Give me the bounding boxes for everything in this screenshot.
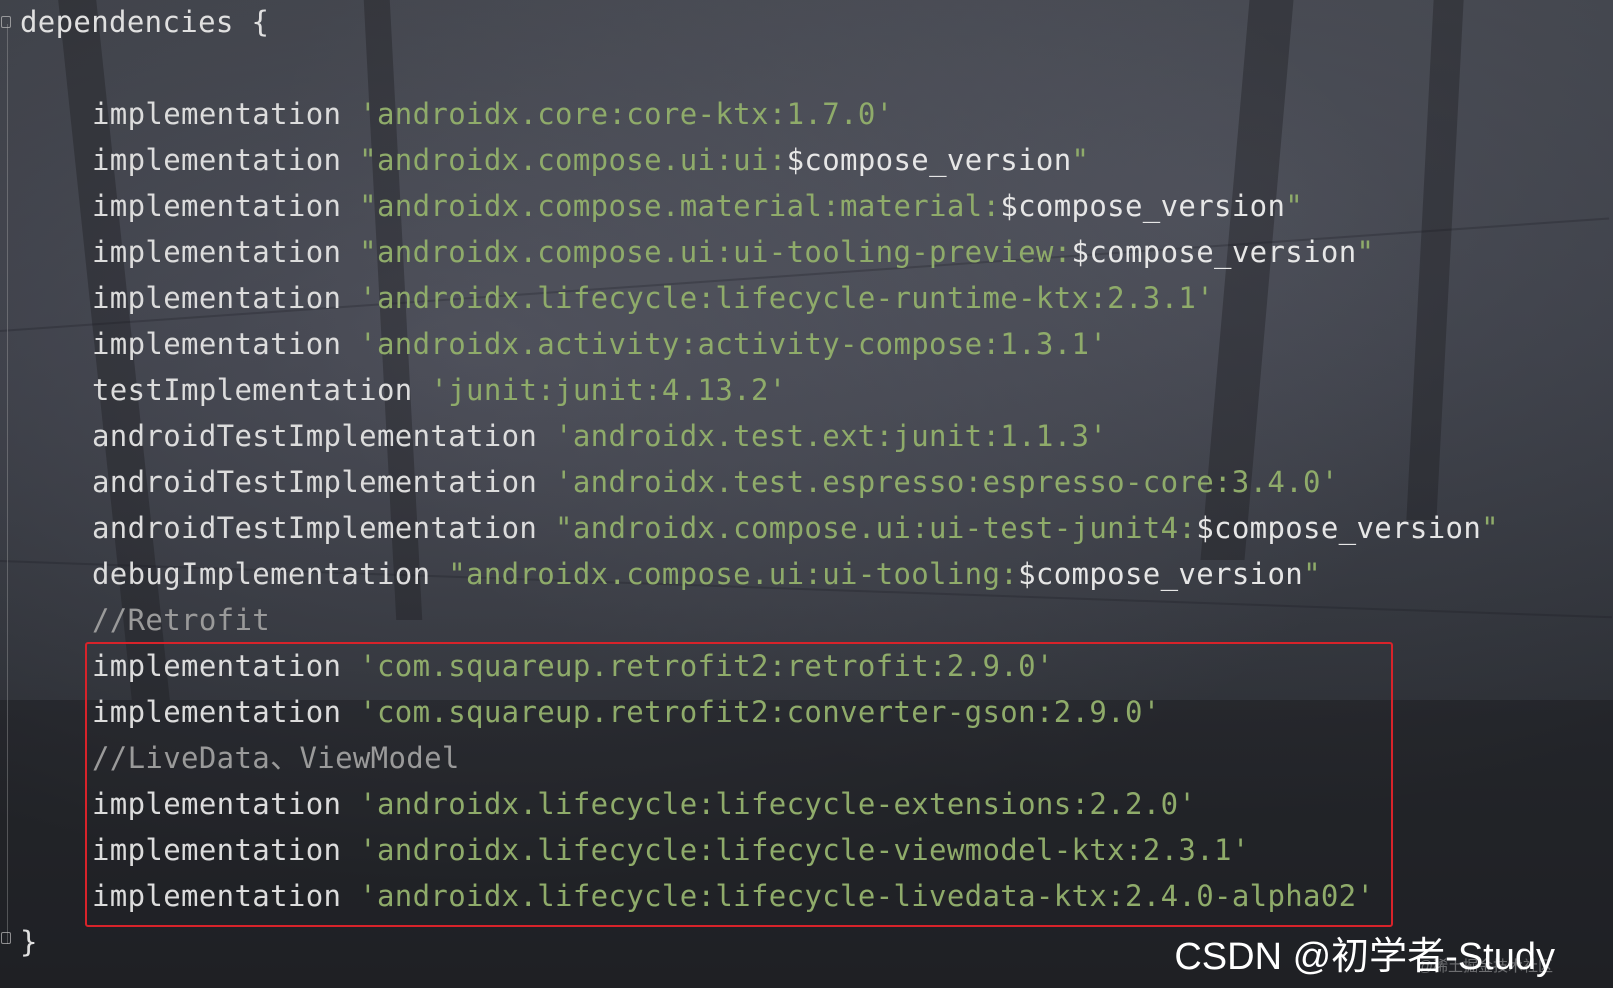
code-string-end: " xyxy=(1071,143,1090,177)
code-variable: $compose_version xyxy=(1071,235,1357,269)
code-string: 'androidx.test.ext:junit:1.1.3' xyxy=(555,419,1108,453)
code-string-end: " xyxy=(1481,511,1499,545)
code-string: "androidx.compose.ui:ui-tooling: xyxy=(448,557,1019,591)
code-string: "androidx.compose.ui:ui: xyxy=(359,143,787,177)
code-string: 'androidx.core:core-ktx:1.7.0' xyxy=(359,97,894,131)
fold-open-icon[interactable] xyxy=(1,16,11,28)
code-line[interactable]: implementation "androidx.compose.ui:ui:$… xyxy=(92,138,1089,182)
code-line[interactable]: androidTestImplementation "androidx.comp… xyxy=(92,506,1499,550)
code-text: dependencies { xyxy=(20,5,270,39)
code-keyword: androidTestImplementation xyxy=(92,465,556,499)
code-keyword: testImplementation xyxy=(92,373,431,407)
code-string-end: " xyxy=(1356,235,1375,269)
code-keyword: implementation xyxy=(92,235,360,269)
code-line[interactable]: implementation 'androidx.activity:activi… xyxy=(92,322,1107,366)
code-variable: $compose_version xyxy=(786,143,1072,177)
code-line[interactable]: implementation 'androidx.core:core-ktx:1… xyxy=(92,92,893,136)
code-variable: $compose_version xyxy=(1000,189,1286,223)
code-line[interactable]: implementation "androidx.compose.ui:ui-t… xyxy=(92,230,1374,274)
code-string-end: " xyxy=(1303,557,1321,591)
code-string: 'androidx.activity:activity-compose:1.3.… xyxy=(359,327,1108,361)
code-string: 'androidx.lifecycle:lifecycle-runtime-kt… xyxy=(359,281,1215,315)
code-keyword: implementation xyxy=(92,327,360,361)
code-string: "androidx.compose.material:material: xyxy=(359,189,1001,223)
code-line[interactable]: //Retrofit xyxy=(92,598,270,642)
code-line[interactable]: androidTestImplementation 'androidx.test… xyxy=(92,460,1339,504)
code-keyword: androidTestImplementation xyxy=(92,511,556,545)
code-string: "androidx.compose.ui:ui-test-junit4: xyxy=(555,511,1197,545)
code-keyword: implementation xyxy=(92,97,360,131)
code-keyword: implementation xyxy=(92,189,360,223)
background-pole xyxy=(1406,0,1464,520)
code-keyword: implementation xyxy=(92,281,360,315)
code-line[interactable]: implementation "androidx.compose.materia… xyxy=(92,184,1303,228)
code-line[interactable]: dependencies { xyxy=(20,0,269,44)
code-line[interactable]: implementation 'androidx.lifecycle:lifec… xyxy=(92,276,1214,320)
code-variable: $compose_version xyxy=(1196,511,1482,545)
code-string: 'junit:junit:4.13.2' xyxy=(430,373,787,407)
code-text: } xyxy=(20,925,38,959)
code-line[interactable]: androidTestImplementation 'androidx.test… xyxy=(92,414,1107,458)
code-variable: $compose_version xyxy=(1018,557,1304,591)
code-string: "androidx.compose.ui:ui-tooling-preview: xyxy=(359,235,1072,269)
fold-close-icon[interactable] xyxy=(1,932,11,944)
code-line[interactable]: testImplementation 'junit:junit:4.13.2' xyxy=(92,368,787,412)
code-comment: //Retrofit xyxy=(92,603,271,637)
code-editor[interactable]: dependencies { implementation 'androidx.c… xyxy=(0,0,1613,988)
code-keyword: debugImplementation xyxy=(92,557,449,591)
code-line[interactable]: } xyxy=(20,920,38,964)
highlight-box xyxy=(85,642,1393,927)
gutter-line xyxy=(7,24,8,944)
code-string-end: " xyxy=(1285,189,1304,223)
code-string: 'androidx.test.espresso:espresso-core:3.… xyxy=(555,465,1339,499)
code-keyword: implementation xyxy=(92,143,360,177)
code-keyword: androidTestImplementation xyxy=(92,419,556,453)
watermark: CSDN @初学者-Study xyxy=(1174,936,1555,978)
code-line[interactable]: debugImplementation "androidx.compose.ui… xyxy=(92,552,1321,596)
